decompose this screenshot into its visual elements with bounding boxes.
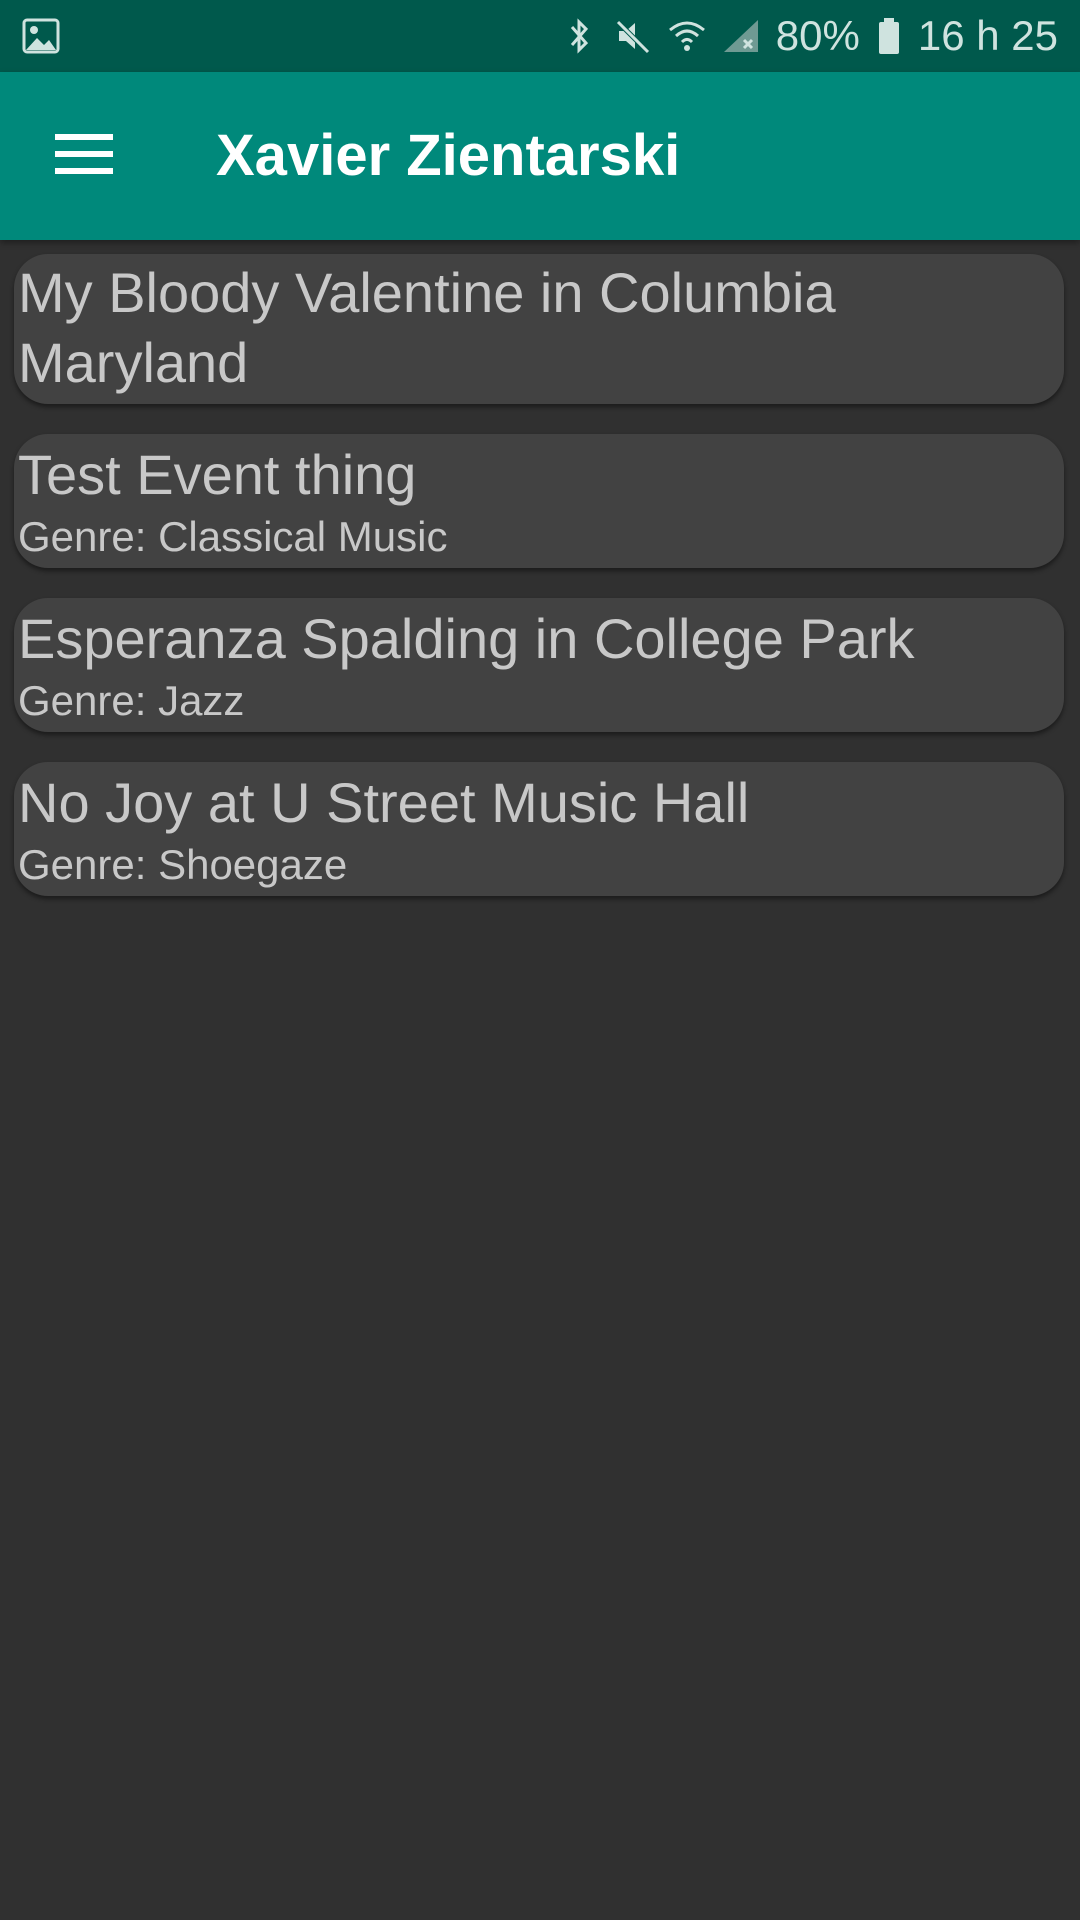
image-icon	[22, 18, 60, 54]
event-title: No Joy at U Street Music Hall	[18, 771, 750, 834]
event-title: My Bloody Valentine in Columbia Maryland	[18, 261, 836, 394]
mute-icon	[614, 16, 652, 56]
event-card[interactable]: Test Event thing Genre: Classical Music	[14, 434, 1064, 568]
event-list: My Bloody Valentine in Columbia Maryland…	[14, 254, 1064, 926]
app-bar: Xavier Zientarski	[0, 72, 1080, 240]
wifi-icon	[668, 16, 706, 56]
hamburger-menu-icon	[55, 132, 113, 181]
event-genre: Genre: Jazz	[18, 677, 245, 724]
event-card[interactable]: No Joy at U Street Music Hall Genre: Sho…	[14, 762, 1064, 896]
event-card[interactable]: My Bloody Valentine in Columbia Maryland	[14, 254, 1064, 404]
status-bar: 80% 16 h 25	[0, 0, 1080, 72]
bluetooth-icon	[560, 16, 598, 56]
event-title: Esperanza Spalding in College Park	[18, 607, 915, 670]
event-genre: Genre: Shoegaze	[18, 841, 348, 888]
battery-percent: 80%	[775, 12, 860, 59]
event-title: Test Event thing	[18, 443, 417, 506]
clock: 16 h 25	[917, 12, 1058, 59]
signal-icon	[722, 16, 760, 56]
menu-button[interactable]	[38, 116, 130, 196]
event-genre: Genre: Classical Music	[18, 513, 448, 560]
app-title: Xavier Zientarski	[216, 123, 681, 188]
battery-icon	[876, 16, 902, 56]
event-card[interactable]: Esperanza Spalding in College Park Genre…	[14, 598, 1064, 732]
